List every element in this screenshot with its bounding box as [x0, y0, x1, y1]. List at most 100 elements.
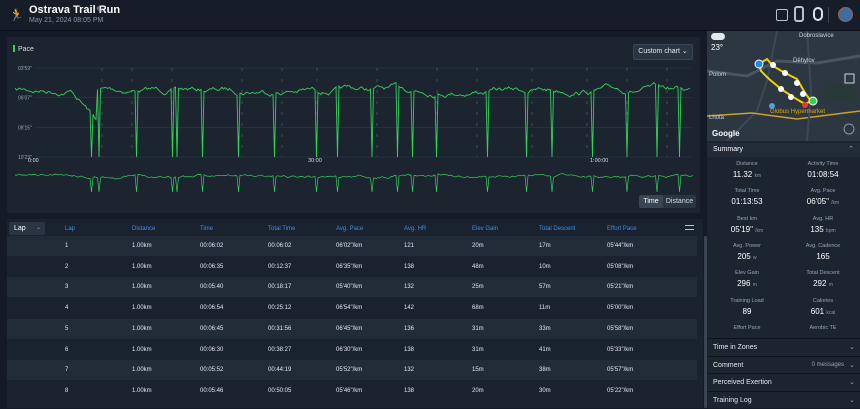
map-background — [707, 31, 860, 141]
section-perceived-exertion[interactable]: Perceived Exertion ⌄ — [707, 373, 860, 390]
stat-number: 135 — [810, 224, 824, 234]
table-cell: 17m — [539, 243, 551, 249]
table-row[interactable]: 2 1.00km 00:06:35 00:12:37 06'35"/km 138 48m 10… — [7, 256, 697, 277]
table-cell: 05'21"/km — [607, 284, 634, 291]
chevron-down-icon: ⌄ — [849, 344, 855, 351]
table-cell: 1.00km — [132, 263, 152, 270]
stat-unit: m — [828, 282, 833, 289]
table-cell: 41m — [539, 346, 551, 353]
table-cell: 142 — [404, 305, 415, 312]
table-cell: 05'57"/km — [607, 367, 634, 374]
section-time-in-zones[interactable]: Time in Zones ⌄ — [707, 338, 860, 355]
section-comment[interactable]: Comment 0 messages ⌄ — [707, 356, 860, 373]
google-logo: Google — [712, 129, 740, 138]
col-header-lap[interactable]: Lap — [65, 226, 75, 232]
activity-title: Ostrava Trail Run — [29, 4, 121, 16]
col-header-avg-pace[interactable]: Avg. Pace — [336, 226, 363, 232]
watch-icon[interactable] — [794, 6, 804, 22]
col-header-elev-gain[interactable]: Elev Gain — [472, 226, 498, 232]
col-header-total-descent[interactable]: Total Descent — [539, 226, 575, 232]
overview-line — [15, 172, 694, 193]
summary-header[interactable]: Summary ⌃ — [707, 143, 860, 157]
stat-label: Avg. Cadence — [805, 242, 841, 249]
stat-number: 06'05" — [806, 197, 829, 207]
stat-label: Calories — [812, 297, 834, 304]
pace-legend[interactable]: Pace — [13, 45, 34, 53]
table-row[interactable]: 8 1.00km 00:05:46 00:50:05 05'46"/km 138 20m 30… — [7, 380, 697, 401]
table-cell: 31m — [472, 346, 484, 353]
summary-stat: Activity Time 01:08:54 — [788, 161, 858, 179]
lap-dropdown[interactable]: Lap ⌄ — [9, 222, 45, 235]
stat-label: Total Descent — [806, 270, 840, 277]
stat-unit: m — [752, 282, 757, 289]
table-cell: 6 — [65, 346, 69, 353]
table-cell: 15m — [472, 367, 484, 374]
table-cell: 57m — [539, 284, 551, 291]
table-cell: 00:25:12 — [268, 305, 292, 312]
stat-label: Distance — [736, 161, 758, 167]
custom-chart-label: Custom chart — [638, 48, 680, 55]
table-cell: 06'54"/km — [336, 305, 363, 312]
chevron-down-icon: ⌄ — [849, 379, 855, 386]
table-row[interactable]: 6 1.00km 00:06:30 00:38:27 06'30"/km 138 31m 41… — [7, 339, 697, 360]
table-cell: 121 — [404, 243, 415, 249]
table-row[interactable]: 7 1.00km 00:05:52 00:44:19 05'52"/km 132 15m 38… — [7, 360, 697, 381]
table-cell: 00:05:40 — [200, 284, 224, 291]
stat-value: 165 — [788, 252, 858, 261]
col-header-avg-hr[interactable]: Avg. HR — [404, 226, 426, 232]
stat-number: 165 — [816, 251, 830, 261]
col-header-distance[interactable]: Distance — [132, 226, 155, 232]
custom-chart-button[interactable]: Custom chart ⌄ — [633, 44, 693, 60]
divider — [828, 7, 829, 23]
col-header-time[interactable]: Time — [200, 226, 213, 232]
col-header-total-time[interactable]: Total Time — [268, 226, 295, 232]
run-icon: 🏃 — [9, 8, 24, 22]
stat-value: 01:13:53 — [712, 197, 782, 206]
stat-value: 601 kcal — [788, 307, 858, 316]
toggle-distance[interactable]: Distance — [663, 195, 696, 208]
stat-number: 292 — [813, 279, 827, 289]
y-tick-label: 08'15" — [18, 125, 32, 131]
stat-value: 05'19" /km — [712, 225, 782, 234]
table-row[interactable]: 5 1.00km 00:06:45 00:31:56 06'45"/km 136 31m 33… — [7, 318, 697, 339]
toggle-time[interactable]: Time — [639, 195, 663, 208]
pace-legend-label: Pace — [18, 46, 34, 53]
pace-chart[interactable]: 03'59"06'07"08'15"10'23" 0:00 30:00 1:00:0… — [7, 37, 700, 213]
x-tick-label: 30:00 — [308, 158, 322, 164]
table-cell: 1.00km — [132, 284, 152, 291]
stat-label: Best km — [737, 215, 757, 222]
stat-value: 11.32 km — [712, 170, 782, 179]
column-settings-icon[interactable] — [685, 224, 694, 232]
avatar[interactable] — [838, 7, 853, 22]
section-training-log[interactable]: Training Log ⌄ — [707, 391, 860, 408]
table-row[interactable]: 3 1.00km 00:05:40 00:18:17 05'40"/km 132 25m 57… — [7, 277, 697, 298]
edit-icon[interactable]: ✎ — [96, 5, 104, 16]
ring-icon[interactable] — [813, 7, 823, 21]
table-row[interactable]: 4 1.00km 00:06:54 00:25:12 06'54"/km 142 68m 11… — [7, 298, 697, 319]
stat-label: Aerobic TE — [809, 324, 837, 331]
stat-value: 205 w — [712, 252, 782, 261]
stat-value: 296 m — [712, 279, 782, 288]
table-cell: 00:06:54 — [200, 305, 224, 312]
map-label: Lhota — [709, 115, 725, 121]
table-cell: 5 — [65, 325, 69, 332]
summary-stat: Total Descent 292 m — [788, 270, 858, 288]
stat-number: 11.32 — [732, 170, 753, 179]
map-label: Polom — [709, 72, 727, 78]
chevron-down-icon: ⌄ — [849, 397, 855, 404]
route-map[interactable]: 23° Dobroslavice Děhylov Polom Lhota Glo… — [707, 31, 860, 141]
table-row[interactable]: 1 1.00km 00:06:02 00:06:02 06'02"/km 121 20m 17… — [7, 236, 697, 256]
col-header-effort-pace[interactable]: Effort Pace — [607, 226, 637, 232]
y-tick-label: 06'07" — [18, 96, 32, 102]
stat-label: Avg. Power — [732, 242, 762, 249]
sync-icon[interactable] — [776, 9, 788, 21]
table-cell: 05'33"/km — [607, 346, 634, 353]
table-cell: 138 — [404, 387, 415, 394]
pace-line — [14, 81, 691, 158]
table-cell: 138 — [404, 263, 415, 270]
laps-table: Lap ⌄ Lap Distance Time Total Time Avg. P… — [7, 219, 707, 408]
table-cell: 138 — [404, 346, 415, 353]
x-tick-label: 0:00 — [28, 158, 39, 164]
table-cell: 1.00km — [132, 243, 152, 249]
table-cell: 00:06:30 — [200, 346, 224, 353]
